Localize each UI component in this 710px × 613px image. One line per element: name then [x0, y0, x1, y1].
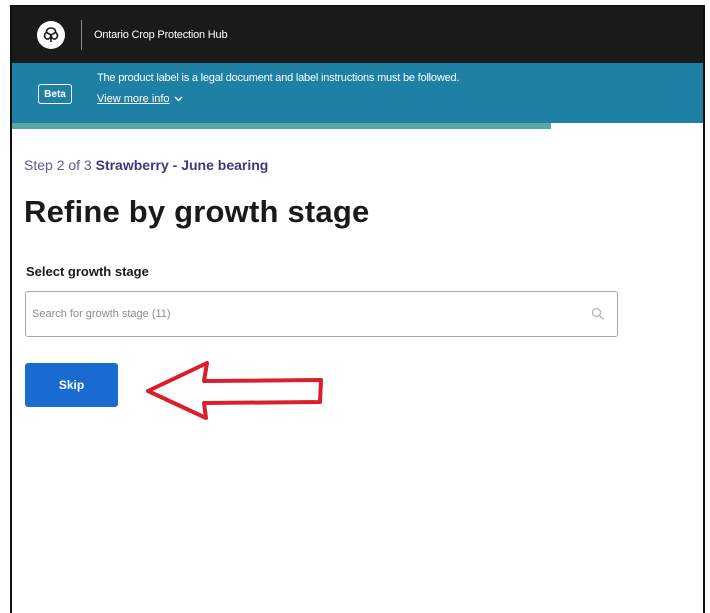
growth-stage-search-input[interactable]: [32, 292, 582, 336]
banner-message: The product label is a legal document an…: [97, 72, 460, 84]
search-icon[interactable]: [591, 307, 605, 321]
growth-stage-label: Select growth stage: [26, 264, 149, 279]
step-count: Step 2 of 3: [24, 157, 92, 173]
growth-stage-search-box[interactable]: [25, 291, 618, 337]
site-title[interactable]: Ontario Crop Protection Hub: [94, 29, 228, 41]
site-header: Ontario Crop Protection Hub: [12, 7, 703, 63]
skip-button[interactable]: Skip: [25, 363, 118, 407]
beta-banner: Beta The product label is a legal docume…: [12, 63, 703, 123]
chevron-down-icon: [174, 96, 183, 102]
progress-bar: [12, 123, 703, 132]
view-more-info-link[interactable]: View more info: [97, 93, 183, 105]
beta-badge: Beta: [38, 84, 72, 104]
progress-bar-fill: [12, 123, 551, 129]
ontario-trillium-icon[interactable]: [37, 21, 65, 49]
view-more-info-label: View more info: [97, 93, 170, 105]
red-arrow-annotation: [146, 361, 323, 420]
selected-crop: Strawberry - June bearing: [95, 157, 269, 173]
trillium-logo-graphic: [43, 27, 59, 42]
step-indicator: Step 2 of 3 Strawberry - June bearing: [24, 157, 268, 173]
page-title: Refine by growth stage: [24, 194, 370, 229]
header-divider: [81, 20, 82, 50]
